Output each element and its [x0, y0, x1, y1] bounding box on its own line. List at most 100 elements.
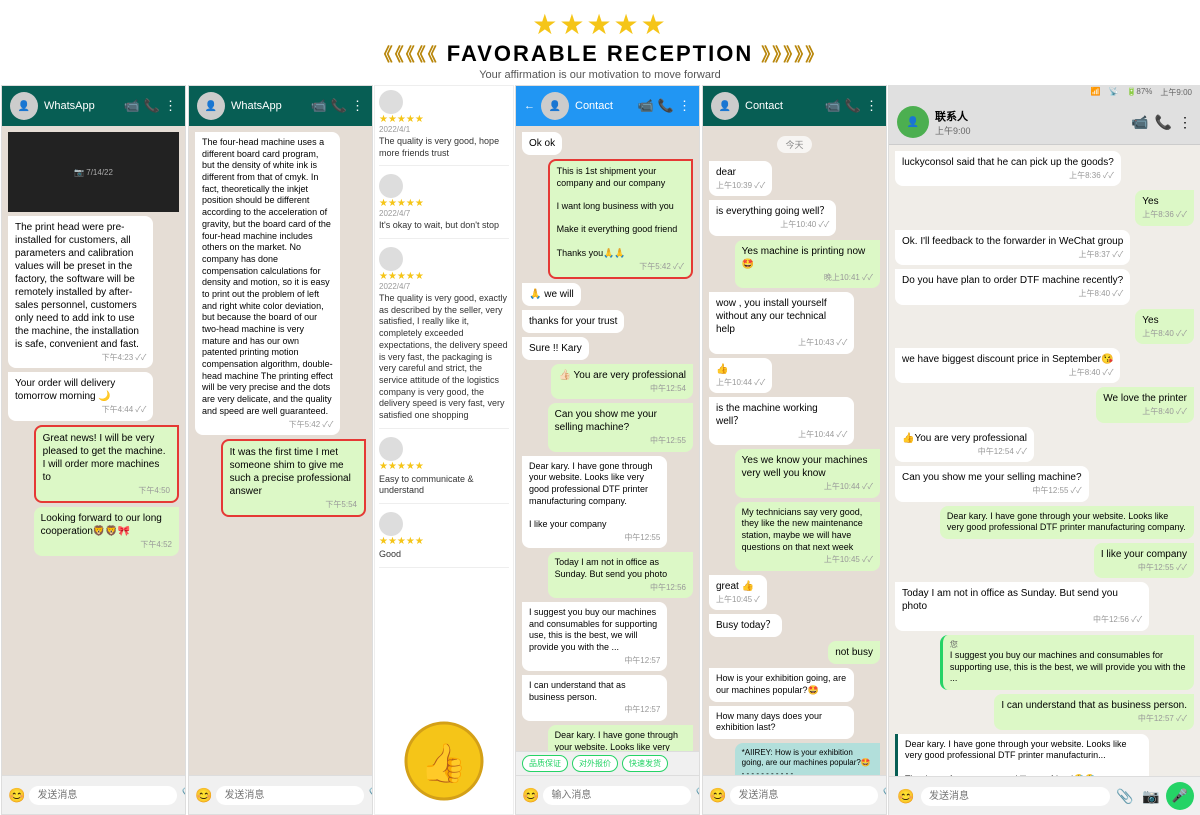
chat5-body: luckyconsol said that he can pick up the… [889, 145, 1200, 776]
msg-2-2: It was the first time I met someone shim… [221, 439, 366, 517]
mic-btn-5[interactable]: 🎤 [1166, 782, 1194, 810]
attachment-icon-2[interactable]: 📎 [368, 784, 373, 806]
review-3: ★★★★★ 2022/4/7 The quality is very good,… [379, 247, 509, 429]
msg-4-2: is everything going well？上午10:40 ✓✓ [709, 200, 836, 235]
chat4-input-bar[interactable]: 😊 📎 📷 🎤 [703, 775, 886, 814]
msg-2-1: The four-head machine uses a different b… [195, 132, 340, 435]
msg-5-3: Ok. I'll feedback to the forwarder in We… [895, 230, 1130, 265]
svg-text:👍: 👍 [420, 741, 467, 785]
review-5: ★★★★★ Good [379, 512, 509, 568]
review-4: ★★★★★ Easy to communicate & understand [379, 437, 509, 504]
call-icon[interactable]: 📞 [144, 98, 160, 114]
emoji-icon-5[interactable]: 😊 [895, 785, 917, 807]
chat5-input-bar[interactable]: 😊 📎 📷 🎤 [889, 776, 1200, 815]
video-icon-3[interactable]: 📹 [638, 98, 654, 114]
chat1-title: WhatsApp [44, 100, 118, 112]
chat3-quick-replies[interactable]: 品质保证 对外报价 快速发货 [516, 751, 699, 775]
call-icon-4[interactable]: 📞 [845, 98, 861, 114]
chat4-title: Contact [745, 100, 819, 112]
msg-4-11: not busy [828, 641, 880, 664]
msg-3-10: I suggest you buy our machines and consu… [522, 602, 667, 671]
chat1-avatar: 👤 [10, 92, 38, 120]
msg-1-3: Great news! I will be very pleased to ge… [34, 425, 179, 503]
menu-icon[interactable]: ⋮ [164, 98, 177, 114]
date-divider-4: 今天 [777, 136, 811, 153]
msg-5-13: 您 I suggest you buy our machines and con… [940, 635, 1194, 690]
chat5-status: 上午9:00 [935, 124, 1125, 137]
menu-icon-2[interactable]: ⋮ [351, 98, 364, 114]
menu-icon-3[interactable]: ⋮ [678, 98, 691, 114]
attachment-icon[interactable]: 📎 [181, 784, 186, 806]
msg-4-13: How many days does your exhibition last? [709, 706, 854, 739]
chat1-input[interactable] [29, 786, 177, 805]
emoji-icon-3[interactable]: 😊 [522, 784, 539, 806]
review-stars-5: ★★★★★ [379, 536, 509, 547]
msg-4-5: 👍上午10:44 ✓✓ [709, 358, 772, 393]
menu-icon-4[interactable]: ⋮ [865, 98, 878, 114]
msg-5-9: Can you show me your selling machine?中午1… [895, 466, 1089, 501]
msg-1-1: The print head were pre-installed for cu… [8, 216, 153, 368]
msg-3-3: 🙏 we will [522, 283, 581, 306]
emoji-icon-4[interactable]: 😊 [709, 784, 726, 806]
chat2-title: WhatsApp [231, 100, 305, 112]
msg-5-14: I can understand that as business person… [994, 694, 1194, 729]
review-stars-3: ★★★★★ [379, 271, 509, 282]
chat1-input-bar[interactable]: 😊 📎 📷 🎤 [2, 775, 185, 814]
quick-reply-3[interactable]: 快速发货 [622, 755, 668, 772]
chat3-body: Ok ok This is 1st shipment your company … [516, 126, 699, 751]
msg-3-2: This is 1st shipment your company and ou… [548, 159, 693, 279]
msg-3-11: I can understand that as business person… [522, 675, 667, 721]
chat1-header: 👤 WhatsApp 📹 📞 ⋮ [2, 86, 185, 126]
quick-reply-1[interactable]: 品质保证 [522, 755, 568, 772]
chat2-header: 👤 WhatsApp 📹 📞 ⋮ [189, 86, 372, 126]
stars-row: ★★★★★ [0, 8, 1200, 41]
chat5-input[interactable] [921, 787, 1110, 806]
review-stars-2: ★★★★★ [379, 198, 509, 209]
chat4-input[interactable] [730, 786, 878, 805]
chat2-body: The four-head machine uses a different b… [189, 126, 372, 775]
chat2-input-bar[interactable]: 😊 📎 📷 🎤 [189, 775, 372, 814]
chat3-title: Contact [575, 100, 632, 112]
msg-3-7: Can you show me your selling machine? 中午… [548, 403, 693, 451]
chat5-header: 👤 联系人 上午9:00 📹 📞 ⋮ [889, 100, 1200, 145]
camera-icon-5[interactable]: 📷 [1140, 785, 1162, 807]
msg-5-8: 👍You are very professional中午12:54 ✓✓ [895, 427, 1034, 462]
call-icon-2[interactable]: 📞 [331, 98, 347, 114]
msg-4-8: My technicians say very good, they like … [735, 502, 880, 571]
video-icon[interactable]: 📹 [124, 98, 140, 114]
msg-5-4: Do you have plan to order DTF machine re… [895, 269, 1130, 304]
video-icon-2[interactable]: 📹 [311, 98, 327, 114]
review-1: ★★★★★ 2022/4/1 The quality is very good,… [379, 90, 509, 166]
menu-icon-5[interactable]: ⋮ [1178, 114, 1192, 131]
chat4-avatar: 👤 [711, 92, 739, 120]
msg-3-8: Dear kary. I have gone through your webs… [522, 456, 667, 549]
msg-3-9: Today I am not in office as Sunday. But … [548, 552, 693, 598]
emoji-icon-2[interactable]: 😊 [195, 784, 212, 806]
review-avatar-3 [379, 247, 403, 271]
review-text-4: Easy to communicate & understand [379, 474, 509, 497]
attachment-icon-3[interactable]: 📎 [695, 784, 700, 806]
emoji-icon[interactable]: 😊 [8, 784, 25, 806]
msg-1-4: Looking forward to our long cooperation🦁… [34, 507, 179, 555]
video-icon-5[interactable]: 📹 [1131, 114, 1148, 131]
chat4-body: 今天 dear 上午10:39 ✓✓ is everything going w… [703, 126, 886, 775]
msg-1-2: Your order will delivery tomorrow mornin… [8, 372, 153, 420]
chat5-name: 联系人 [935, 108, 1125, 124]
msg-5-7: We love the printer上午8:40 ✓✓ [1096, 387, 1194, 422]
call-icon-3[interactable]: 📞 [658, 98, 674, 114]
back-icon[interactable]: ← [524, 100, 535, 112]
video-icon-4[interactable]: 📹 [825, 98, 841, 114]
chat3-input[interactable] [543, 786, 691, 805]
chat-column-5: 📶 📡 🔋87% 上午9:00 👤 联系人 上午9:00 📹 📞 ⋮ lucky… [888, 85, 1200, 815]
review-date-1: 2022/4/1 [379, 125, 509, 134]
attachment-icon-5[interactable]: 📎 [1114, 785, 1136, 807]
review-avatar-4 [379, 437, 403, 461]
quick-reply-2[interactable]: 对外报价 [572, 755, 618, 772]
chat3-input-bar[interactable]: 😊 📎 📷 🎤 [516, 775, 699, 814]
call-icon-5[interactable]: 📞 [1155, 114, 1172, 131]
msg-5-1: luckyconsol said that he can pick up the… [895, 151, 1121, 186]
review-text-2: It's okay to wait, but don't stop [379, 220, 509, 232]
chat2-input[interactable] [216, 786, 364, 805]
chat-column-2: 👤 WhatsApp 📹 📞 ⋮ The four-head machine u… [188, 85, 373, 815]
attachment-icon-4[interactable]: 📎 [882, 784, 887, 806]
